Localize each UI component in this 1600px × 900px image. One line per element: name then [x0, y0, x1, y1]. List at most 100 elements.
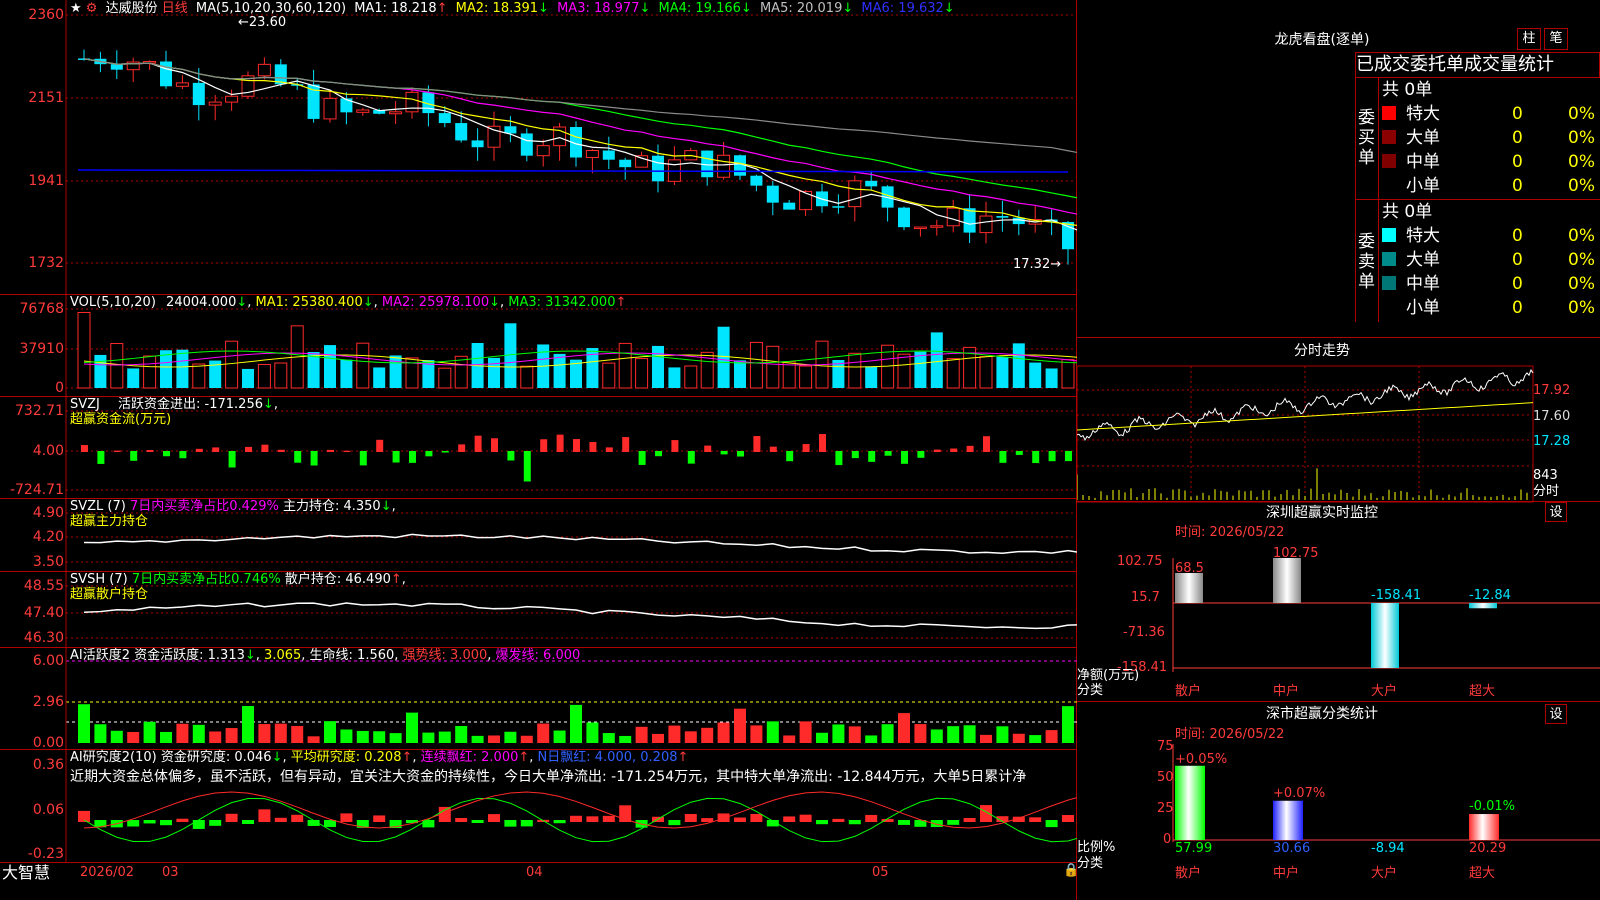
vol-axis-1: 76768 — [19, 301, 64, 317]
activity-bar — [373, 731, 386, 743]
activity-bar — [291, 726, 304, 743]
vol-title: VOL(5,10,20) — [70, 295, 156, 310]
research-chart[interactable] — [0, 750, 1077, 863]
activity-chart[interactable] — [0, 648, 1077, 750]
svsh-pane[interactable]: SVSH (7) 7日内买卖净占比0.746% 散户持仓: 46.490↑, 超… — [0, 572, 1077, 648]
volume-bar — [1045, 368, 1058, 388]
svzl-pane[interactable]: SVZL (7) 7日内买卖净占比0.429% 主力持仓: 4.350↓, 超赢… — [0, 499, 1077, 572]
svzl-label1: 7日内买卖净占比0.429% — [129, 499, 279, 514]
date-label-0: 2026/02 — [80, 865, 135, 880]
volume-bar — [143, 355, 157, 389]
fund-flow-bar — [638, 451, 646, 465]
tab-executed[interactable]: 已成交 — [1356, 54, 1410, 75]
candle-body — [356, 109, 370, 113]
research-bar — [586, 816, 599, 822]
tab-orders[interactable]: 委托单 — [1410, 54, 1464, 75]
candle-body — [766, 185, 779, 203]
stat-cat-3: 超大 — [1469, 866, 1496, 881]
stat-panel[interactable]: 深市超赢分类统计 设 时间: 2026/05/22 75 50 25 0 比例%… — [1077, 702, 1600, 900]
period-label[interactable]: 日线 — [162, 1, 188, 16]
volume-bar — [914, 351, 927, 388]
ai1-strong: 强势线: 3.000 — [402, 648, 488, 663]
column-view-button[interactable]: 柱 — [1517, 28, 1541, 50]
fund-flow-bar — [655, 451, 662, 457]
svsh-label1: 7日内买卖净占比0.746% — [131, 572, 281, 587]
candle-body — [192, 82, 205, 106]
svzl-axis-2: 4.20 — [32, 529, 64, 545]
fund-flow-bar — [327, 449, 334, 452]
vol-ma3-arrow: ↑ — [615, 295, 627, 310]
research-bar — [291, 814, 304, 822]
price-axis-3: 1941 — [28, 173, 64, 189]
ai1-arrow: ↓ — [244, 648, 256, 663]
volume-pane[interactable]: VOL(5,10,20) 24004.000↓, MA1: 25380.400↓… — [0, 295, 1077, 397]
activity-bar — [635, 726, 648, 743]
order-percent: 0% — [1568, 152, 1595, 172]
fund-flow-bar — [622, 437, 630, 452]
date-axis-bar[interactable]: 大智慧 2026/02 03 04 05 🔒 — [0, 863, 1079, 900]
volume-bar — [257, 363, 271, 389]
price-pane[interactable]: ★ ⚙ 达威股份 日线 MA(5,10,20,30,60,120) MA1: 1… — [0, 0, 1077, 295]
volume-bar — [242, 368, 254, 388]
intraday-chart[interactable] — [1077, 338, 1600, 503]
tab-volume-stats[interactable]: 成交量统计 — [1464, 54, 1554, 75]
star-icon[interactable]: ★ — [70, 1, 82, 16]
stat-cat-0: 散户 — [1175, 866, 1202, 881]
activity-bar — [1029, 735, 1042, 743]
intraday-axis-3: 17.28 — [1533, 434, 1571, 449]
sell-side-label: 委卖单 — [1358, 232, 1375, 292]
monitor-panel[interactable]: 深圳超赢实时监控 设 时间: 2026/05/22 102.75 15.7 -7… — [1077, 502, 1600, 702]
volume-bar — [192, 363, 206, 389]
ai2-axis-3: -0.23 — [27, 846, 64, 862]
activity-bar — [127, 732, 140, 743]
stat-bar-chart[interactable] — [1077, 702, 1600, 900]
monitor-cat-1: 中户 — [1273, 684, 1300, 699]
intraday-panel[interactable]: 分时走势 17.92 17.60 17.28 843 分时 — [1077, 337, 1600, 503]
svzj-pane[interactable]: SVZJ 活跃资金进出: -171.256↓, 超赢资金流(万元) 732.71… — [0, 397, 1077, 499]
research-bar — [520, 820, 533, 827]
fund-flow-bar — [310, 451, 318, 466]
settings-icon[interactable]: ⚙ — [86, 1, 98, 16]
order-size-label: 小单 — [1406, 298, 1440, 318]
research-bar — [1062, 815, 1074, 822]
ai2-arrow3: ↑ — [518, 750, 530, 765]
volume-bar — [324, 345, 336, 388]
volume-chart[interactable] — [0, 295, 1077, 397]
ai-activity-pane[interactable]: AI活跃度2 资金活跃度: 1.313↓, 3.065, 生命线: 1.560,… — [0, 648, 1077, 751]
ma6-arrow: ↓ — [943, 1, 955, 16]
volume-bar — [897, 353, 911, 389]
vol-ma2-arrow: ↓ — [489, 295, 501, 310]
activity-bar — [537, 723, 550, 743]
activity-bar — [898, 713, 910, 743]
activity-bar — [94, 724, 107, 743]
svzj-sub: 超赢资金流(万元) — [70, 412, 172, 427]
svzj-label: 活跃资金进出: -171.256 — [118, 397, 263, 412]
fund-flow-bar — [950, 448, 958, 452]
research-bar — [242, 820, 254, 825]
research-bar — [225, 813, 238, 822]
intraday-vol: 843 — [1533, 468, 1558, 483]
volume-bar — [848, 352, 862, 389]
volume-bar — [930, 332, 943, 388]
tick-view-button[interactable]: 笔 — [1544, 28, 1568, 50]
fund-flow-bar — [540, 439, 548, 452]
fund-flow-bar — [1015, 451, 1023, 455]
activity-bar — [340, 729, 353, 743]
candle-body — [225, 95, 239, 103]
svsh-label2: 散户持仓: 46.490 — [284, 572, 391, 587]
svzl-arrow: ↓ — [380, 499, 392, 514]
fund-flow-bar — [507, 451, 515, 461]
research-bar — [127, 820, 140, 827]
fund-flow-bar — [491, 438, 498, 452]
candlestick-chart[interactable] — [0, 0, 1077, 295]
svzj-title: SVZJ — [70, 397, 100, 412]
fund-flow-bar — [573, 439, 580, 452]
ai-research-pane[interactable]: AI研究度2(10) 资金研究度: 0.046↓, 平均研究度: 0.208↑,… — [0, 750, 1077, 863]
activity-bar — [471, 735, 484, 743]
research-bar — [504, 820, 517, 827]
research-bar — [684, 813, 697, 822]
candle-body — [602, 150, 615, 160]
svsh-axis-2: 47.40 — [23, 605, 64, 621]
research-bar — [488, 814, 500, 822]
activity-bar — [783, 735, 796, 743]
